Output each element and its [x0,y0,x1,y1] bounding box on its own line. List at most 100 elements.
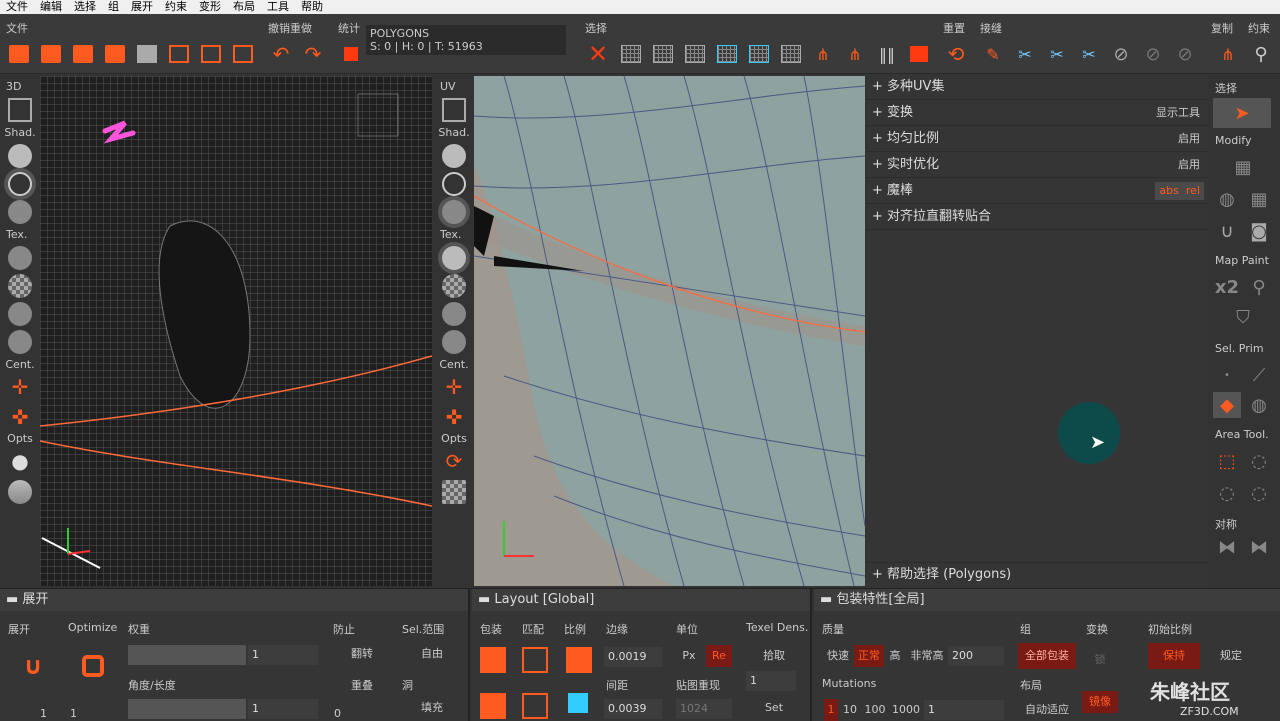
select-grow-icon[interactable] [682,42,708,66]
high-button[interactable]: 高 [886,645,904,667]
mutation-1[interactable]: 1 [824,699,838,721]
select-all-icon[interactable] [618,42,644,66]
circle-select-icon[interactable]: ◌ [1245,480,1273,506]
quality-value[interactable]: 200 [948,646,1004,666]
uv-shade-wire-icon[interactable] [442,172,466,196]
pack-all-icon[interactable] [480,693,506,719]
panel-row-multi-uv[interactable]: + 多种UV集 [866,74,1208,100]
normal-button[interactable]: 正常 [854,645,884,667]
fast-button[interactable]: 快速 [824,645,852,667]
flat-grid-icon[interactable]: ▦ [1245,186,1273,212]
angle-value[interactable]: 1 [248,699,318,719]
menu-edit[interactable]: 编辑 [34,0,68,14]
lock-icon[interactable]: ⟳ [434,446,474,476]
select-similar-icon[interactable] [778,42,804,66]
show-tools-button[interactable]: 显示工具 [1156,100,1200,125]
unfold-n3[interactable]: 0 [334,707,341,720]
uv-tex-custom-icon[interactable] [442,330,466,354]
flip-button[interactable]: 翻转 [340,643,384,665]
shield-icon[interactable]: ⛉ [1229,304,1257,330]
select-invert-icon[interactable] [650,42,676,66]
shade-wire-icon[interactable] [8,172,32,196]
angle-slider[interactable] [128,699,246,719]
pack-icon[interactable] [480,647,506,673]
fill-button[interactable]: 填充 [410,697,454,719]
mutation-1000[interactable]: 1000 [890,699,922,721]
select-island-icon[interactable] [746,42,772,66]
spacing-value[interactable]: 0.0039 [604,699,662,719]
weld-icon[interactable]: ✂ [1044,42,1070,66]
menu-group[interactable]: 组 [102,0,125,14]
center-selection-icon[interactable]: ✜ [0,402,40,432]
free-button[interactable]: 自由 [410,643,454,665]
weight-slider[interactable] [128,645,246,665]
uv-shade-mixed-icon[interactable] [442,200,466,224]
open-icon[interactable] [6,42,32,66]
sphere-icon[interactable] [8,480,32,504]
unfold-n2[interactable]: 1 [70,707,77,720]
mutation-10[interactable]: 10 [840,699,860,721]
rect-select-icon[interactable]: ⬚ [1213,448,1241,474]
sphere-grid-icon[interactable]: ◍ [1213,186,1241,212]
px-button[interactable]: Px [676,645,702,667]
polygon-icon[interactable]: ◆ [1213,392,1241,418]
auto-fit-button[interactable]: 自动适应 [1018,699,1076,721]
menu-select[interactable]: 选择 [68,0,102,14]
tex-map-icon[interactable] [8,302,32,326]
cut-icon[interactable]: ✎ [980,42,1006,66]
export-obj-icon[interactable] [166,42,192,66]
split-icon[interactable]: ✂ [1076,42,1102,66]
match-icon[interactable] [522,647,548,673]
stitch-icon[interactable]: ✂ [1012,42,1038,66]
constraint-off-icon[interactable]: ⊘ [1140,42,1166,66]
symmetry-icon[interactable]: ⧓ [1213,534,1241,560]
poly-lasso-icon[interactable]: ◌ [1213,480,1241,506]
unfold-button[interactable]: ∪ [18,654,48,678]
weight-value[interactable]: 1 [248,645,318,665]
panel-row-transform[interactable]: + 变换 显示工具 [866,100,1208,126]
mutation-100[interactable]: 100 [862,699,888,721]
tex-custom-icon[interactable] [8,330,32,354]
all-pack-button[interactable]: 全部包装 [1018,643,1076,669]
abs-option[interactable]: abs [1159,184,1178,197]
uv-tex-none-icon[interactable] [442,246,466,270]
viewport-3d[interactable] [40,76,432,586]
lock-button[interactable]: 锁 [1082,649,1118,671]
panel-row-uniform-scale[interactable]: + 均匀比例 启用 [866,126,1208,152]
menu-help[interactable]: 帮助 [295,0,329,14]
tex-checker-icon[interactable] [8,274,32,298]
save-icon[interactable] [70,42,96,66]
select-shrink-icon[interactable] [714,42,740,66]
x2-button[interactable]: x2 [1213,274,1241,300]
uv-tex-map-icon[interactable] [442,302,466,326]
frame-icon[interactable] [8,98,32,122]
light-icon[interactable]: ● [0,446,40,476]
menu-unfold[interactable]: 展开 [125,0,159,14]
select-tree-icon[interactable]: ⋔ [810,42,836,66]
unfold-n1[interactable]: 1 [40,707,47,720]
copy-icon[interactable]: ⋔ [1215,42,1241,66]
abs-rel-toggle[interactable]: abs rel [1155,182,1204,200]
uv-shade-solid-icon[interactable] [442,144,466,168]
mutation-value[interactable]: 1 [924,700,1004,720]
camera-icon[interactable]: ◙ [1245,218,1273,244]
deselect-icon[interactable]: ✕ [585,40,611,68]
rel-option[interactable]: rel [1186,184,1200,197]
undo-icon[interactable]: ↶ [268,42,294,66]
margin-value[interactable]: 0.0019 [604,647,662,667]
mirror-button[interactable]: 镜像 [1082,691,1118,713]
select-bars-icon[interactable]: ‖‖ [874,42,900,66]
resolution-value[interactable]: 1024 [676,699,732,719]
viewport-uv[interactable] [474,76,865,586]
menu-tools[interactable]: 工具 [261,0,295,14]
panel-row-magic-wand[interactable]: + 魔棒 abs rel [866,178,1208,204]
keep-button[interactable]: 保持 [1148,643,1200,669]
export-uv-icon[interactable] [198,42,224,66]
optimize-button[interactable] [78,655,108,677]
set-button[interactable]: Set [752,697,796,719]
very-high-button[interactable]: 非常高 [906,645,948,667]
pin-icon[interactable]: ⚲ [1248,42,1274,66]
scale-icon[interactable] [566,647,592,673]
select-branch-icon[interactable]: ⋔ [842,42,868,66]
menu-layout[interactable]: 布局 [227,0,261,14]
